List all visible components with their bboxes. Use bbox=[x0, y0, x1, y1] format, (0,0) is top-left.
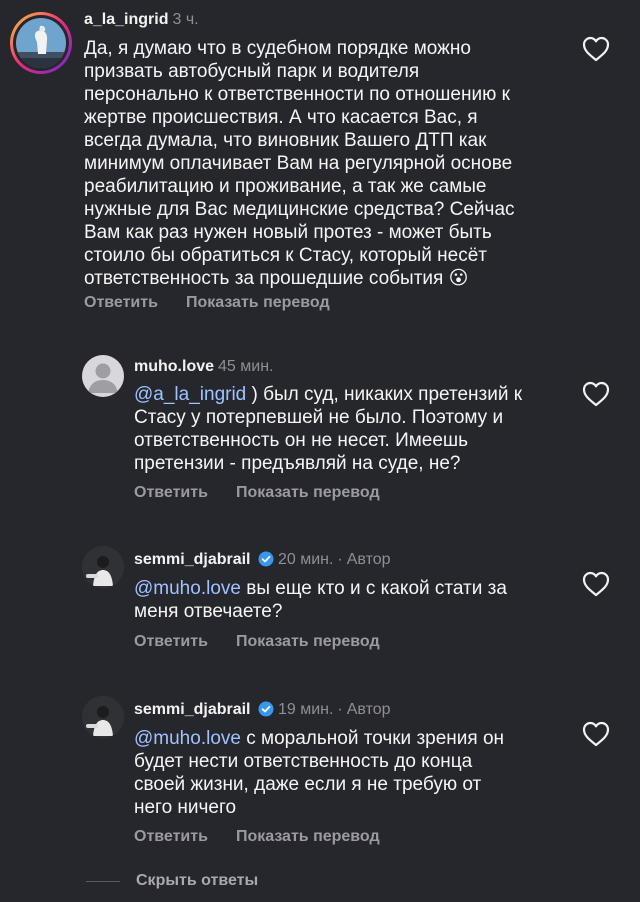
reply-button[interactable]: Ответить bbox=[134, 633, 208, 650]
profile-photo bbox=[82, 696, 124, 738]
mention-link[interactable]: @muho.love bbox=[134, 728, 241, 749]
avatar[interactable] bbox=[82, 696, 124, 738]
verified-badge-icon bbox=[258, 551, 274, 567]
hide-replies-button[interactable]: Скрыть ответы bbox=[136, 872, 258, 890]
show-translation-button[interactable]: Показать перевод bbox=[236, 484, 380, 501]
username[interactable]: a_la_ingrid bbox=[84, 11, 168, 28]
avatar[interactable] bbox=[10, 12, 72, 74]
reply-button[interactable]: Ответить bbox=[134, 828, 208, 845]
comment-text: @muho.love с моральной точки зрения он б… bbox=[134, 728, 505, 818]
comment-text: Да, я думаю что в судебном порядке можно… bbox=[84, 38, 515, 289]
thread-line bbox=[86, 881, 120, 882]
profile-photo bbox=[16, 18, 66, 68]
verified-badge-icon bbox=[258, 701, 274, 717]
username[interactable]: semmi_djabrail bbox=[134, 701, 251, 718]
mention-link[interactable]: @muho.love bbox=[134, 578, 241, 599]
surprised-emoji-icon: 😮 bbox=[448, 268, 469, 289]
like-icon[interactable] bbox=[582, 571, 610, 597]
author-label: Автор bbox=[346, 701, 391, 718]
like-icon[interactable] bbox=[582, 721, 610, 747]
timestamp: 19 мин. bbox=[277, 701, 334, 718]
mention-link[interactable]: @a_la_ingrid bbox=[134, 384, 246, 405]
default-avatar-icon bbox=[88, 363, 118, 393]
avatar[interactable] bbox=[82, 355, 124, 397]
separator-dot: · bbox=[337, 701, 343, 718]
show-translation-button[interactable]: Показать перевод bbox=[236, 828, 380, 845]
username[interactable]: semmi_djabrail bbox=[134, 551, 251, 568]
timestamp: 45 мин. bbox=[218, 358, 274, 375]
timestamp: 3 ч. bbox=[172, 11, 199, 28]
reply-button[interactable]: Ответить bbox=[84, 294, 158, 311]
reply-button[interactable]: Ответить bbox=[134, 484, 208, 501]
like-icon[interactable] bbox=[582, 36, 610, 62]
profile-photo bbox=[82, 546, 124, 588]
show-translation-button[interactable]: Показать перевод bbox=[236, 633, 380, 650]
avatar[interactable] bbox=[82, 546, 124, 588]
like-icon[interactable] bbox=[582, 381, 610, 407]
timestamp: 20 мин. bbox=[277, 551, 334, 568]
comment-text: @a_la_ingrid ) был суд, никаких претензи… bbox=[134, 384, 523, 474]
separator-dot: · bbox=[337, 551, 343, 568]
show-translation-button[interactable]: Показать перевод bbox=[186, 294, 330, 311]
author-label: Автор bbox=[346, 551, 391, 568]
comment-text: @muho.love вы еще кто и с какой стати за… bbox=[134, 578, 507, 622]
username[interactable]: muho.love bbox=[134, 358, 214, 375]
